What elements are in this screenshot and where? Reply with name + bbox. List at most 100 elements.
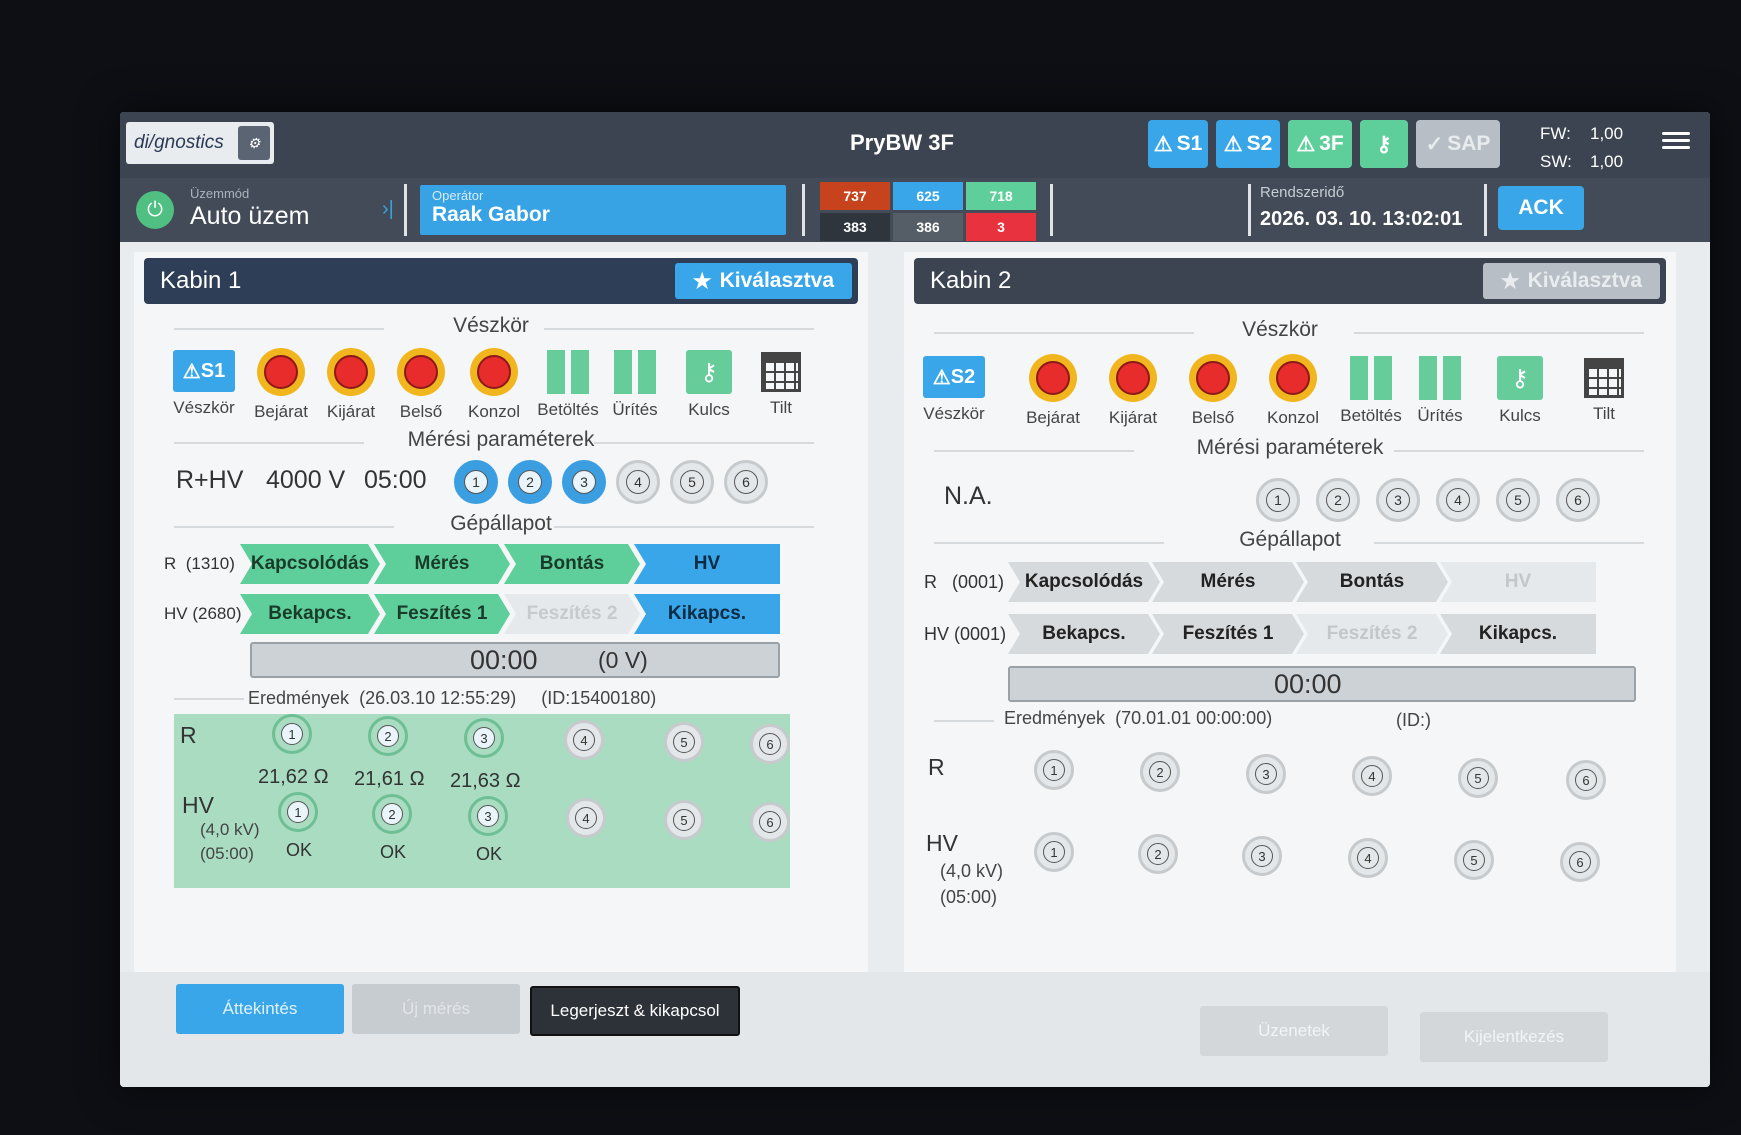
- channel-5-toggle[interactable]: 5: [1496, 478, 1540, 522]
- channel-6-toggle[interactable]: 6: [1556, 478, 1600, 522]
- messages-button[interactable]: Üzenetek: [1200, 1006, 1388, 1056]
- estop-inner[interactable]: Belső: [1174, 354, 1252, 428]
- key-status-button[interactable]: ⚷: [1360, 120, 1408, 168]
- loading-door-status[interactable]: Betöltés: [1332, 356, 1410, 426]
- select-cabin-1-button[interactable]: ★ Kiválasztva: [674, 263, 852, 299]
- estop-console[interactable]: Konzol: [1254, 354, 1332, 428]
- channel-2-toggle[interactable]: 2: [508, 460, 552, 504]
- result-r-6[interactable]: 6: [1566, 760, 1606, 800]
- new-measurement-button[interactable]: Új mérés: [352, 984, 520, 1034]
- sap-button[interactable]: ✓ SAP: [1416, 120, 1500, 168]
- result-r-3[interactable]: 3: [464, 718, 504, 758]
- step-tension-1: Feszítés 1: [374, 594, 510, 634]
- result-hv-6[interactable]: 6: [750, 802, 790, 842]
- estop-console[interactable]: Konzol: [456, 348, 532, 422]
- tilt-status[interactable]: Tilt: [1568, 356, 1640, 424]
- unloading-door-status[interactable]: Ürítés: [1404, 356, 1476, 426]
- channel-number: 4: [1357, 847, 1379, 869]
- res-hv-time: (05:00): [940, 887, 998, 907]
- loading-door-status[interactable]: Betöltés: [530, 350, 606, 420]
- param-not-available: N.A.: [944, 482, 993, 510]
- alarm-s2-button[interactable]: ⚠ S2: [1216, 120, 1280, 168]
- r-label: R: [924, 572, 937, 592]
- result-r-4[interactable]: 4: [1352, 756, 1392, 796]
- estop-exit[interactable]: Kijárat: [316, 348, 386, 422]
- operator-field[interactable]: Operátor Raak Gabor: [420, 185, 786, 235]
- channel-5-toggle[interactable]: 5: [670, 460, 714, 504]
- result-hv-value-2: OK: [380, 842, 407, 862]
- divider: [174, 698, 244, 700]
- channel-1-toggle[interactable]: 1: [454, 460, 498, 504]
- sw-label: SW:: [1540, 152, 1572, 171]
- res-r-label: R: [928, 754, 945, 780]
- ack-button[interactable]: ACK: [1498, 186, 1584, 230]
- hamburger-menu-icon[interactable]: [1662, 128, 1690, 154]
- result-hv-5[interactable]: 5: [664, 800, 704, 840]
- result-hv-6[interactable]: 6: [1560, 842, 1600, 882]
- alarm-s1-button[interactable]: ⚠ S1: [1148, 120, 1208, 168]
- result-r-4[interactable]: 4: [564, 720, 604, 760]
- result-r-3[interactable]: 3: [1246, 754, 1286, 794]
- tilt-status[interactable]: Tilt: [746, 350, 816, 418]
- channel-3-toggle[interactable]: 3: [1376, 478, 1420, 522]
- estop-entrance[interactable]: Bejárat: [246, 348, 316, 422]
- channel-1-toggle[interactable]: 1: [1256, 478, 1300, 522]
- channel-4-toggle[interactable]: 4: [1436, 478, 1480, 522]
- key-status[interactable]: ⚷ Kulcs: [674, 350, 744, 420]
- logo-text: di/gnostics: [134, 132, 224, 153]
- estop-exit[interactable]: Kijárat: [1094, 354, 1172, 428]
- result-hv-2[interactable]: 2: [1138, 834, 1178, 874]
- emergency-circuit-status[interactable]: ⚠ S2 Vészkör: [914, 356, 994, 424]
- result-hv-4[interactable]: 4: [1348, 838, 1388, 878]
- counter-cell: 3: [966, 213, 1036, 241]
- channel-6-toggle[interactable]: 6: [724, 460, 768, 504]
- estop-entrance[interactable]: Bejárat: [1014, 354, 1092, 428]
- status-bar: ⏻ Üzemmód Auto üzem ›| Operátor Raak Gab…: [120, 178, 1710, 242]
- emergency-stop-icon: [1269, 354, 1317, 402]
- channel-2-toggle[interactable]: 2: [1316, 478, 1360, 522]
- progress-voltage: (0 V): [598, 647, 648, 673]
- unloading-door-status[interactable]: Ürítés: [600, 350, 670, 420]
- result-r-2[interactable]: 2: [1140, 752, 1180, 792]
- param-mode: R+HV: [176, 466, 244, 494]
- emergency-circuit-status[interactable]: ⚠ S1 Vészkör: [164, 350, 244, 418]
- result-r-1[interactable]: 1: [1034, 750, 1074, 790]
- result-hv-2[interactable]: 2: [372, 794, 412, 834]
- result-r-2[interactable]: 2: [368, 716, 408, 756]
- result-r-1[interactable]: 1: [272, 714, 312, 754]
- alarm-3f-button[interactable]: ⚠ 3F: [1288, 120, 1352, 168]
- result-hv-1[interactable]: 1: [278, 792, 318, 832]
- firmware-info: FW: 1,00 SW: 1,00: [1540, 120, 1623, 176]
- result-hv-4[interactable]: 4: [566, 798, 606, 838]
- cabin-1-header[interactable]: Kabin 1 ★ Kiválasztva: [144, 258, 858, 304]
- result-r-6[interactable]: 6: [750, 724, 790, 764]
- result-hv-1[interactable]: 1: [1034, 832, 1074, 872]
- power-icon[interactable]: ⏻: [136, 191, 174, 229]
- estop-inner[interactable]: Belső: [386, 348, 456, 422]
- step-power-on: Bekapcs.: [240, 594, 380, 634]
- divider: [404, 184, 407, 236]
- select-cabin-2-button[interactable]: ★ Kiválasztva: [1482, 263, 1660, 299]
- fw-label: FW:: [1540, 124, 1571, 143]
- result-hv-5[interactable]: 5: [1454, 840, 1494, 880]
- overview-button[interactable]: Áttekintés: [176, 984, 344, 1034]
- channel-number: 4: [573, 729, 595, 751]
- emergency-stop-icon: [397, 348, 445, 396]
- icon-label: Kulcs: [688, 400, 730, 419]
- star-icon: ★: [1500, 269, 1520, 293]
- skip-arrow-icon[interactable]: ›|: [382, 198, 394, 221]
- result-hv-3[interactable]: 3: [1242, 836, 1282, 876]
- result-r-5[interactable]: 5: [1458, 758, 1498, 798]
- result-hv-3[interactable]: 3: [468, 796, 508, 836]
- key-status[interactable]: ⚷ Kulcs: [1484, 356, 1556, 426]
- channel-number: 6: [759, 811, 781, 833]
- step-tension-2: Feszítés 2: [1296, 614, 1448, 654]
- discharge-and-power-off-button[interactable]: Legerjeszt & kikapcsol: [530, 986, 740, 1036]
- cabin-2-header[interactable]: Kabin 2 ★ Kiválasztva: [914, 258, 1666, 304]
- result-r-5[interactable]: 5: [664, 722, 704, 762]
- counter-cell: 383: [820, 213, 890, 241]
- logout-button[interactable]: Kijelentkezés: [1420, 1012, 1608, 1062]
- icon-label: Ürítés: [612, 400, 658, 419]
- channel-4-toggle[interactable]: 4: [616, 460, 660, 504]
- channel-3-toggle[interactable]: 3: [562, 460, 606, 504]
